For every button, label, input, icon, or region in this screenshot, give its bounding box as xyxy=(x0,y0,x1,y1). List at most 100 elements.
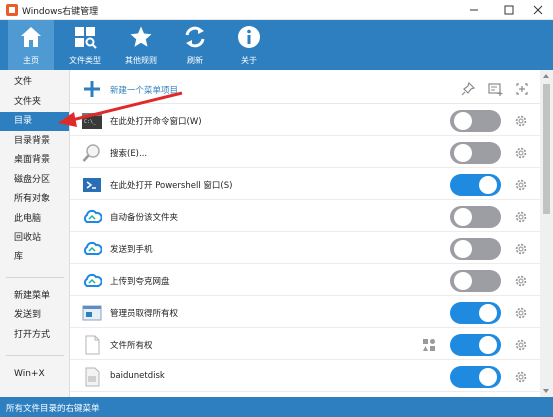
sidebar-item-folder[interactable]: 文件夹 xyxy=(0,93,69,112)
cloud-icon xyxy=(83,241,102,255)
tool-file-type-button[interactable]: 文件类型 xyxy=(62,20,108,70)
home-icon xyxy=(21,27,41,47)
sidebar-item-send-to[interactable]: 发送到 xyxy=(0,306,69,325)
tool-other-rules-button[interactable]: 其他规则 xyxy=(118,20,164,70)
add-note-icon[interactable] xyxy=(487,81,503,97)
cloud-icon xyxy=(83,209,102,223)
gear-icon[interactable] xyxy=(514,242,528,256)
scroll-up-arrow-icon[interactable] xyxy=(543,74,549,78)
sidebar-item-disk-partition[interactable]: 磁盘分区 xyxy=(0,171,69,190)
menu-item-toggle[interactable] xyxy=(450,238,501,260)
minimize-button[interactable] xyxy=(459,0,489,20)
document-icon xyxy=(85,335,100,355)
shapes-icon[interactable] xyxy=(423,339,435,351)
menu-item-row: 在此处打开 Powershell 窗口(S) xyxy=(70,169,540,200)
cloud-icon xyxy=(83,273,102,287)
gear-icon[interactable] xyxy=(514,338,528,352)
menu-item-row: 上传到夸克网盘 xyxy=(70,265,540,296)
gear-icon[interactable] xyxy=(514,306,528,320)
menu-item-label: 上传到夸克网盘 xyxy=(110,277,170,287)
sidebar-item-new-menu[interactable]: 新建菜单 xyxy=(0,287,69,306)
menu-item-row: 自动备份该文件夹 xyxy=(70,201,540,232)
sidebar-item-this-pc[interactable]: 此电脑 xyxy=(0,210,69,229)
sidebar-item-win-x[interactable]: Win+X xyxy=(0,365,69,384)
status-text: 所有文件目录的右键菜单 xyxy=(6,404,100,414)
menu-item-toggle[interactable] xyxy=(450,366,501,388)
menu-item-row: C:\_ 在此处打开命令窗口(W) xyxy=(70,105,540,136)
menu-item-row: 发送到手机 xyxy=(70,233,540,264)
tool-home-button[interactable]: 主页 xyxy=(8,20,54,70)
menu-item-row: baidunetdisk xyxy=(70,361,540,392)
title-bar: Windows右键管理 xyxy=(0,0,553,20)
menu-item-label: 在此处打开 Powershell 窗口(S) xyxy=(110,181,233,191)
menu-item-row: 搜索(E)... xyxy=(70,137,540,168)
menu-item-toggle[interactable] xyxy=(450,270,501,292)
menu-item-label: 搜索(E)... xyxy=(110,149,148,159)
gear-icon[interactable] xyxy=(514,274,528,288)
maximize-button[interactable] xyxy=(494,0,524,20)
app-logo-icon xyxy=(6,4,18,16)
menu-item-label: 文件所有权 xyxy=(110,341,153,351)
menu-item-label: 在此处打开命令窗口(W) xyxy=(110,117,202,127)
menu-item-toggle[interactable] xyxy=(450,110,501,132)
menu-item-label: 自动备份该文件夹 xyxy=(110,213,179,223)
tool-file-type-label: 文件类型 xyxy=(69,56,101,65)
toggle-knob xyxy=(479,304,497,322)
sidebar-item-directory-background[interactable]: 目录背景 xyxy=(0,132,69,151)
close-button[interactable] xyxy=(523,0,553,20)
toggle-knob xyxy=(479,336,497,354)
sidebar-item-all-objects[interactable]: 所有对象 xyxy=(0,190,69,209)
pin-icon[interactable] xyxy=(460,81,476,97)
tool-refresh-label: 刷新 xyxy=(187,56,203,65)
menu-items-panel: 新建一个菜单项目 C:\_ 在此处打开命令窗口(W) 搜索(E)... 在此处打… xyxy=(70,70,553,397)
menu-item-toggle[interactable] xyxy=(450,334,501,356)
window-title: Windows右键管理 xyxy=(22,7,99,17)
tool-other-rules-label: 其他规则 xyxy=(125,56,157,65)
vertical-scrollbar[interactable] xyxy=(540,70,553,397)
add-item-icon[interactable] xyxy=(514,81,530,97)
file-type-icon xyxy=(75,27,97,49)
toggle-knob xyxy=(479,368,497,386)
tool-refresh-button[interactable]: 刷新 xyxy=(172,20,218,70)
gear-icon[interactable] xyxy=(514,370,528,384)
main-toolbar: 主页 文件类型 其他规则 刷新 关于 xyxy=(0,20,553,70)
sidebar-divider xyxy=(6,355,64,356)
refresh-icon xyxy=(185,26,205,48)
cmd-icon: C:\_ xyxy=(82,113,102,129)
gear-icon[interactable] xyxy=(514,178,528,192)
menu-item-toggle[interactable] xyxy=(450,206,501,228)
sidebar-item-desktop-background[interactable]: 桌面背景 xyxy=(0,151,69,170)
star-icon xyxy=(130,26,152,47)
gear-icon[interactable] xyxy=(514,210,528,224)
scroll-thumb[interactable] xyxy=(543,84,550,214)
svg-text:C:\_: C:\_ xyxy=(84,119,97,125)
menu-item-toggle[interactable] xyxy=(450,142,501,164)
minimize-icon xyxy=(470,9,478,11)
menu-item-toggle[interactable] xyxy=(450,174,501,196)
info-icon xyxy=(238,26,260,48)
tool-about-label: 关于 xyxy=(241,56,257,65)
gear-icon[interactable] xyxy=(514,146,528,160)
menu-item-row: 文件所有权 xyxy=(70,329,540,360)
menu-item-row: 管理员取得所有权 xyxy=(70,297,540,328)
sidebar-divider xyxy=(6,277,64,278)
new-menu-item-row[interactable]: 新建一个菜单项目 xyxy=(70,74,540,104)
sidebar-item-directory[interactable]: 目录 xyxy=(0,112,69,131)
tool-about-button[interactable]: 关于 xyxy=(226,20,272,70)
gear-icon[interactable] xyxy=(514,114,528,128)
admin-window-icon xyxy=(82,305,102,321)
menu-item-label: baidunetdisk xyxy=(110,371,165,381)
sidebar: 文件 文件夹 目录 目录背景 桌面背景 磁盘分区 所有对象 此电脑 回收站 库 … xyxy=(0,70,70,397)
sidebar-item-recycle-bin[interactable]: 回收站 xyxy=(0,229,69,248)
menu-item-toggle[interactable] xyxy=(450,302,501,324)
toggle-knob xyxy=(454,240,472,258)
sidebar-item-open-with[interactable]: 打开方式 xyxy=(0,326,69,345)
sidebar-item-file[interactable]: 文件 xyxy=(0,73,69,92)
close-icon xyxy=(533,5,543,15)
scroll-down-arrow-icon[interactable] xyxy=(543,389,549,393)
menu-item-label: 管理员取得所有权 xyxy=(110,309,179,319)
powershell-icon xyxy=(83,178,101,192)
maximize-icon xyxy=(504,5,514,15)
menu-item-label: 发送到手机 xyxy=(110,245,153,255)
sidebar-item-library[interactable]: 库 xyxy=(0,248,69,267)
